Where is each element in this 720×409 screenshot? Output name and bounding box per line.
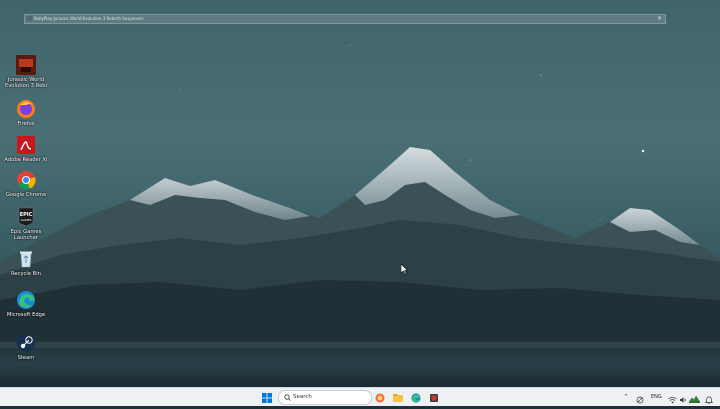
language-indicator[interactable]: ENG xyxy=(651,388,662,406)
recycle-bin-icon xyxy=(16,249,36,269)
desktop-icon-chrome[interactable]: Google Chrome xyxy=(2,170,50,198)
taskbar-edge[interactable] xyxy=(410,390,422,404)
close-button[interactable]: ✕ xyxy=(657,15,662,23)
weather-widget-icon[interactable] xyxy=(689,391,700,405)
taskbar: Search ^ ENG xyxy=(0,387,720,406)
desktop-icon-label: Google Chrome xyxy=(5,192,47,198)
desktop-icon-jurassic-world[interactable]: Jurassic World Evolution 3 Rebi xyxy=(2,55,50,89)
desktop-icon-label: Recycle Bin xyxy=(11,271,41,277)
taskbar-file-explorer[interactable] xyxy=(392,390,404,404)
desktop-icon-label: Adobe Reader XI xyxy=(4,157,48,163)
start-button[interactable] xyxy=(261,390,273,404)
taskbar-app-browser[interactable] xyxy=(374,390,386,404)
chrome-icon xyxy=(16,170,36,190)
desktop-icon-recycle-bin[interactable]: Recycle Bin xyxy=(2,249,50,277)
search-placeholder: Search xyxy=(293,394,312,400)
floating-window-titlebar[interactable]: BullyPlay Jurassic World Evolution 3 Reb… xyxy=(24,14,666,24)
desktop-icon-epic-games[interactable]: EPIC GAMES Epic Games Launcher xyxy=(2,207,50,241)
desktop-icon-firefox[interactable]: Firefox xyxy=(2,99,50,127)
edge-icon xyxy=(411,393,421,403)
desktop-icon-label: Steam xyxy=(17,355,35,361)
desktop-icon-edge[interactable]: Microsoft Edge xyxy=(2,290,50,318)
steam-icon xyxy=(16,333,36,353)
file-explorer-icon xyxy=(393,394,403,402)
game-app-icon xyxy=(430,394,438,402)
show-hidden-icons-chevron[interactable]: ^ xyxy=(624,388,628,406)
browser-app-icon xyxy=(375,393,385,403)
search-icon xyxy=(284,394,291,401)
firefox-icon xyxy=(16,99,36,119)
desktop-icon-label: Firefox xyxy=(17,121,35,127)
windows-logo-icon xyxy=(262,393,272,403)
taskbar-game-app[interactable] xyxy=(428,390,440,404)
mountain-wallpaper xyxy=(0,0,720,387)
desktop: BullyPlay Jurassic World Evolution 3 Reb… xyxy=(0,0,720,387)
desktop-icon-label: Microsoft Edge xyxy=(6,312,46,318)
epic-games-icon: EPIC GAMES xyxy=(16,207,36,227)
svg-text:GAMES: GAMES xyxy=(21,218,32,222)
desktop-icon-adobe-reader[interactable]: Adobe Reader XI xyxy=(2,135,50,163)
mouse-cursor-icon xyxy=(401,264,409,275)
desktop-icon-label: Jurassic World Evolution 3 Rebi xyxy=(4,77,48,90)
taskbar-search-box[interactable]: Search xyxy=(278,390,372,405)
window-title: BullyPlay Jurassic World Evolution 3 Reb… xyxy=(34,16,144,21)
jurassic-world-icon xyxy=(16,55,36,75)
desktop-icon-label: Epic Games Launcher xyxy=(10,229,42,242)
window-app-icon xyxy=(27,16,32,21)
edge-icon xyxy=(16,290,36,310)
adobe-reader-icon xyxy=(16,135,36,155)
desktop-icon-steam[interactable]: Steam xyxy=(2,333,50,361)
